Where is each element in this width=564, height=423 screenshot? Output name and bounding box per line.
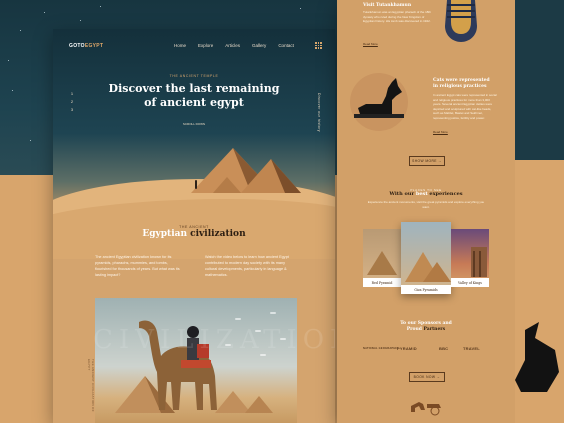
section-title: Egyptian civilization: [142, 229, 246, 239]
card-red-pyramid[interactable]: Red Pyramid: [363, 229, 401, 287]
tutankhamun-mask-image: [445, 0, 477, 42]
cats-title: Cats were represented in religious pract…: [433, 78, 490, 89]
slide-number[interactable]: 3: [69, 106, 75, 114]
nav-articles[interactable]: Articles: [225, 43, 240, 48]
main-nav: Home Explore Articles Gallery Contact: [174, 43, 294, 48]
read-more-link[interactable]: Read More: [363, 42, 378, 46]
card-label: Valley of Kings: [451, 278, 489, 287]
photo-caption: THE ANCIENT CIVILIZATION OF EGYPT: [87, 359, 95, 412]
slide-number[interactable]: 2: [69, 98, 75, 106]
card-giza-pyramids[interactable]: Giza Pyramids: [401, 222, 451, 294]
show-more-button[interactable]: SHOW MORE →: [409, 156, 445, 166]
intro-text-2: Watch the video below to learn how ancie…: [205, 255, 289, 277]
card-label: Giza Pyramids: [401, 285, 451, 294]
background-statue: [515, 0, 564, 423]
hero-eyebrow: THE ANCIENT TEMPLE: [169, 74, 219, 78]
sponsor-logo[interactable]: BBC: [439, 346, 448, 351]
cats-text: In ancient Egypt cats were represented i…: [433, 93, 497, 120]
chariot-illustration: [411, 402, 441, 416]
card-valley-of-kings[interactable]: Valley of Kings: [451, 229, 489, 287]
civilization-watermark: CIVILIZATION: [93, 325, 335, 355]
nav-gallery[interactable]: Gallery: [252, 43, 266, 48]
vertical-caption: Discover our history: [317, 93, 321, 132]
sponsor-logo[interactable]: TRAVEL: [463, 346, 480, 351]
slide-number[interactable]: 1: [69, 90, 75, 98]
nav-contact[interactable]: Contact: [278, 43, 294, 48]
landing-page-right: Visit Tutankhamun Tutankhamun was an Egy…: [337, 0, 515, 423]
nav-explore[interactable]: Explore: [198, 43, 213, 48]
nav-home[interactable]: Home: [174, 43, 186, 48]
experiences-text: Experience the ancient monuments, visit …: [367, 200, 485, 209]
pyramids-illustration: [191, 148, 301, 193]
experiences-title: With our best experiences: [389, 191, 463, 197]
pyramids-icon: [405, 252, 451, 282]
slide-indicator: 1 2 3: [69, 90, 75, 114]
tutankhamun-text: Tutankhamun was an Egyptian pharaoh of t…: [363, 10, 431, 23]
read-more-link[interactable]: Read More: [433, 130, 448, 134]
anubis-statue-image: [354, 78, 404, 118]
hero-title: Discover the last remaining of ancient e…: [108, 82, 280, 109]
traveler-figure: [195, 180, 197, 189]
landing-page-left: GOTOEGYPT Home Explore Articles Gallery …: [53, 29, 335, 423]
sponsor-logo[interactable]: NATIONAL GEOGRAPHIC: [363, 347, 398, 350]
grid-menu-icon[interactable]: [315, 42, 322, 49]
book-now-button[interactable]: BOOK NOW →: [409, 372, 445, 382]
sponsor-logo[interactable]: PYRAMID: [397, 346, 417, 351]
intro-text: The ancient Egyptian civilization known …: [95, 255, 180, 277]
pyramid-icon: [367, 251, 397, 275]
tutankhamun-title: Visit Tutankhamun: [363, 3, 412, 8]
sponsors-title: To our Sponsors and Proud Partners: [400, 321, 452, 332]
camel-scene: [115, 320, 273, 413]
camel-photo: [95, 298, 297, 423]
card-label: Red Pyramid: [363, 278, 401, 287]
temple-icon: [471, 247, 487, 277]
logo[interactable]: GOTOEGYPT: [69, 43, 103, 49]
